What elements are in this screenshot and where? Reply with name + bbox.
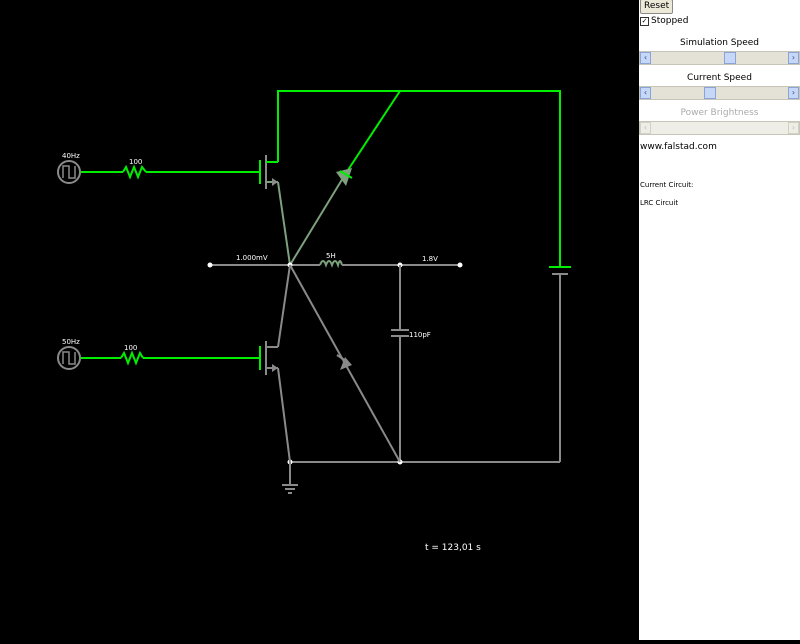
current-speed-slider[interactable]: ‹ › — [639, 86, 800, 100]
power-left-arrow-icon: ‹ — [640, 122, 651, 134]
current-circuit-label: Current Circuit: — [640, 181, 694, 189]
wire-t1-junction — [277, 181, 291, 266]
circuit-diagram[interactable]: 40Hz 100 50Hz 100 1.000mV 5H 1.8V 110pF … — [0, 0, 639, 640]
power-brightness-label: Power Brightness — [680, 108, 759, 118]
inductor-coil[interactable] — [319, 260, 343, 269]
source2-label: 50Hz — [62, 338, 80, 346]
transistor2-arrow — [272, 364, 278, 372]
control-panel: Reset ✓ Stopped Simulation Speed ‹ › Cur… — [639, 0, 800, 640]
source1-wave — [62, 165, 76, 179]
resistor2-label: 100 — [124, 344, 137, 352]
sim-speed-left-arrow-icon[interactable]: ‹ — [640, 52, 651, 64]
resistor2-zigzag[interactable] — [120, 350, 144, 366]
sim-speed-label: Simulation Speed — [679, 38, 759, 48]
wire-t2-bottom — [277, 367, 291, 463]
current-speed-left-arrow-icon[interactable]: ‹ — [640, 87, 651, 99]
current-speed-right-arrow-icon[interactable]: › — [788, 87, 799, 99]
wire-top-loop — [277, 90, 561, 267]
wire-diode-upper-a — [289, 172, 347, 266]
stopped-row[interactable]: ✓ Stopped — [640, 16, 688, 26]
sim-speed-right-arrow-icon[interactable]: › — [788, 52, 799, 64]
sim-speed-thumb[interactable] — [723, 52, 736, 64]
source1-label: 40Hz — [62, 152, 80, 160]
transistor1-arrow — [272, 178, 278, 186]
circuit-name: LRC Circuit — [640, 199, 679, 207]
resistor1-label: 100 — [129, 158, 142, 166]
wire-t2-junction — [277, 264, 291, 348]
site-link[interactable]: www.falstad.com — [640, 142, 717, 152]
time-readout: t = 123,01 s — [425, 543, 481, 553]
current-speed-thumb[interactable] — [703, 87, 716, 99]
right-voltage-label: 1.8V — [422, 255, 438, 263]
terminal-left[interactable] — [207, 262, 213, 268]
current-speed-label: Current Speed — [687, 73, 752, 83]
wire-diode-lower-a — [289, 264, 344, 361]
wire-diode-lower-b — [342, 359, 401, 463]
reset-button[interactable]: Reset — [640, 0, 674, 14]
sim-speed-slider[interactable]: ‹ › — [639, 51, 800, 65]
stopped-checkbox[interactable]: ✓ — [640, 16, 649, 26]
source2-wave — [62, 351, 76, 365]
resistor1-zigzag[interactable] — [122, 164, 147, 180]
inductor-label: 5H — [326, 252, 336, 260]
power-brightness-slider: ‹ › — [639, 121, 800, 135]
terminal-right[interactable] — [457, 262, 463, 268]
wire-diode-upper-b — [345, 90, 401, 174]
capacitor-label: 110pF — [409, 331, 431, 339]
circuit-canvas[interactable]: 40Hz 100 50Hz 100 1.000mV 5H 1.8V 110pF … — [0, 0, 639, 640]
left-voltage-label: 1.000mV — [236, 254, 268, 262]
power-right-arrow-icon: › — [788, 122, 799, 134]
stopped-label: Stopped — [651, 16, 689, 26]
